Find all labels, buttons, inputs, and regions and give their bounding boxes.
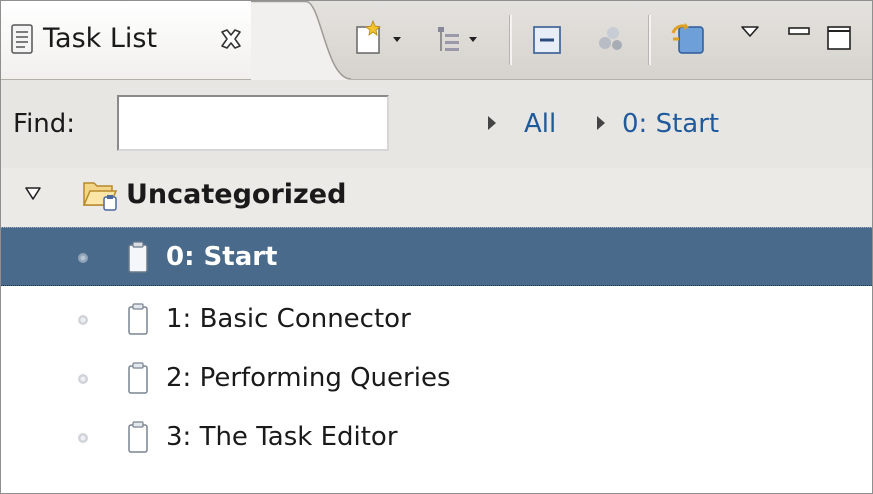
breadcrumb-arrow-icon [597,116,605,130]
task-label: 2: Performing Queries [166,363,451,393]
collapse-all-icon[interactable] [528,19,568,59]
task-label: 0: Start [166,242,278,272]
task-clipboard-icon [125,303,151,337]
task-row-2[interactable]: 2: Performing Queries [1,349,872,408]
task-list-view-icon [11,24,33,54]
find-label: Find: [13,109,76,139]
tab-edge [251,1,351,80]
incoming-status-dot-icon [75,250,91,266]
find-bar: Find: All 0: Start [1,80,872,168]
task-clipboard-icon [125,241,151,275]
task-row-3[interactable]: 3: The Task Editor [1,408,872,467]
find-input[interactable] [117,95,389,151]
view-tab-bar: Task List [1,1,872,80]
task-row-1[interactable]: 1: Basic Connector [1,290,872,349]
focus-on-workweek-icon[interactable] [591,19,631,59]
toolbar-separator [509,15,512,65]
status-dot-icon [75,430,91,446]
view-title: Task List [43,23,158,54]
task-row-0[interactable]: 0: Start [1,227,872,286]
maximize-icon[interactable] [825,19,855,59]
close-icon[interactable] [219,27,243,51]
synchronize-icon[interactable] [667,19,711,59]
status-dot-icon [75,312,91,328]
breadcrumb-all[interactable]: All [524,107,556,141]
minimize-icon[interactable] [785,19,815,59]
breadcrumb-arrow-icon [488,116,496,130]
task-list-view: Task List Find: All 0: Start Uncategoriz… [0,0,873,494]
breadcrumb-current[interactable]: 0: Start [622,107,719,141]
status-dot-icon [75,371,91,387]
task-label: 3: The Task Editor [166,422,398,452]
task-clipboard-icon [125,421,151,455]
open-folder-icon [82,177,120,211]
presentation-dropdown-icon[interactable] [435,19,491,59]
new-task-dropdown-icon[interactable] [353,19,409,59]
toolbar-separator [648,15,651,65]
task-label: 1: Basic Connector [166,304,411,334]
task-clipboard-icon [125,362,151,396]
view-menu-icon[interactable] [737,19,767,59]
category-label: Uncategorized [126,179,347,210]
expanded-twisty-icon[interactable] [24,186,42,202]
